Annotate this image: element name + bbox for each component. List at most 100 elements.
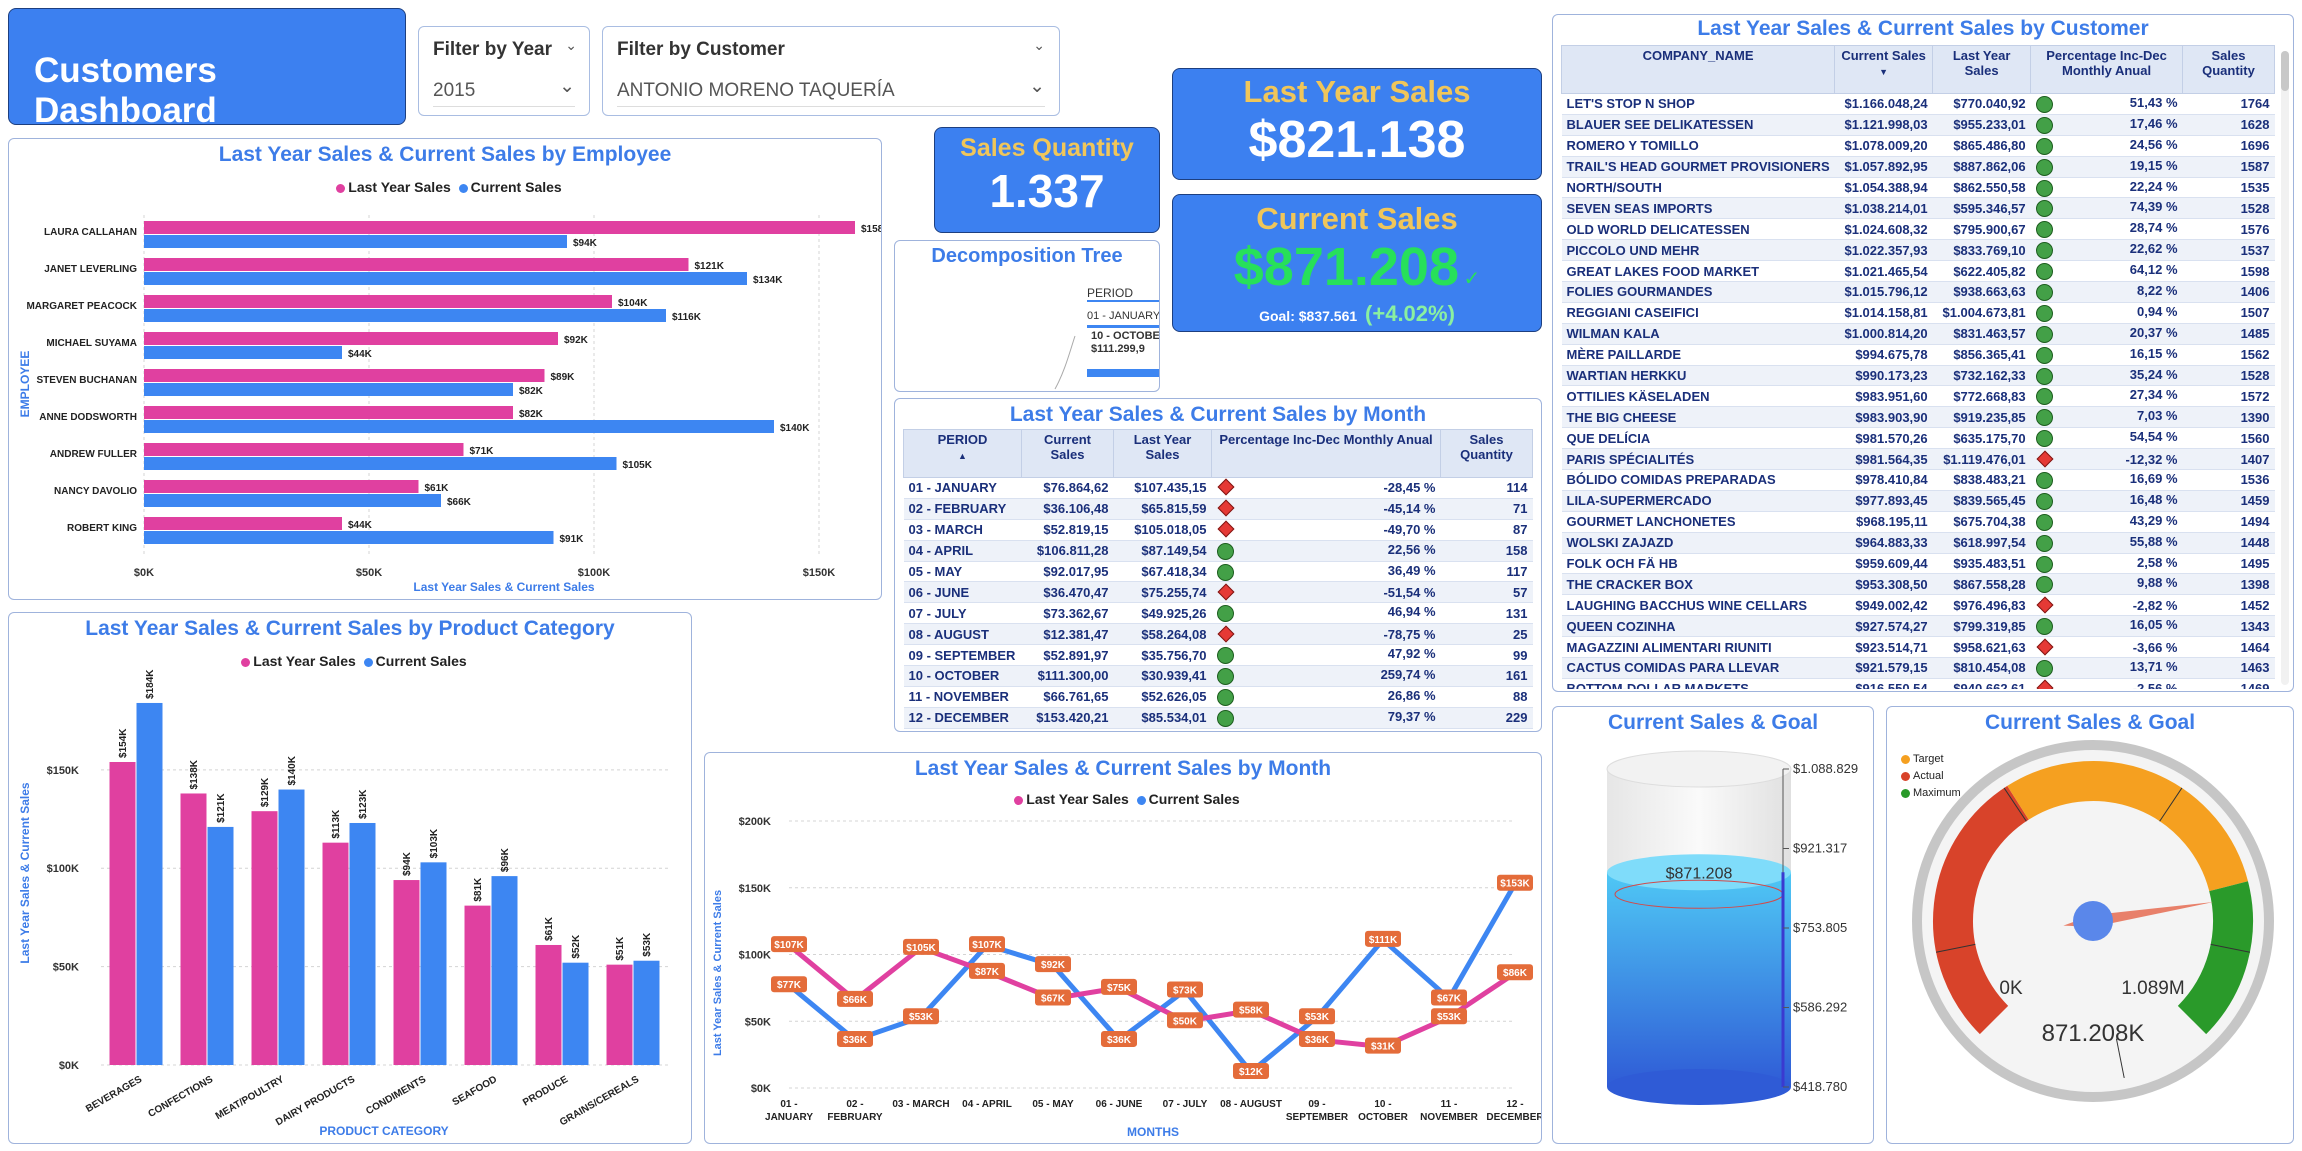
column-header-last-year-sales[interactable]: Last Year Sales — [1113, 429, 1212, 478]
table-row[interactable]: WILMAN KALA $1.000.814,20 $831.463,57 20,37… — [1561, 323, 2275, 345]
chevron-down-icon[interactable]: ⌄ — [1029, 71, 1045, 103]
cell-value: $959.609,44 — [1834, 553, 1933, 575]
table-row[interactable]: 05 - MAY $92.017,95 $67.418,34 36,49 % 117 — [903, 561, 1533, 583]
table-row[interactable]: 08 - AUGUST $12.381,47 $58.264,08 -78,75 % 2… — [903, 623, 1533, 646]
column-header-percentage[interactable]: Percentage Inc-Dec Monthly Anual — [1211, 429, 1441, 478]
table-row[interactable]: NORTH/SOUTH $1.054.388,94 $862.550,58 22,24… — [1561, 177, 2275, 199]
product-bar-last-year — [606, 964, 633, 1065]
table-row[interactable]: LILA-SUPERMERCADO $977.893,45 $839.565,45 1… — [1561, 490, 2275, 512]
table-row[interactable]: FOLIES GOURMANDES $1.015.796,12 $938.663,6… — [1561, 281, 2275, 303]
decrease-indicator-icon — [1217, 520, 1234, 538]
cell-name: FOLK OCH FÄ HB — [1561, 553, 1835, 575]
cell-value: $916.550,54 — [1834, 678, 1933, 689]
table-row[interactable]: 07 - JULY $73.362,67 $49.925,26 46,94 % 131 — [903, 602, 1533, 625]
decomposition-node-october[interactable]: 10 - OCTOBE — [1091, 330, 1160, 342]
table-row[interactable]: REGGIANI CASEIFICI $1.014.158,81 $1.004.67… — [1561, 302, 2275, 324]
cell-name: THE CRACKER BOX — [1561, 573, 1835, 596]
table-row[interactable]: BLAUER SEE DELIKATESSEN $1.121.998,03 $955… — [1561, 114, 2275, 136]
column-header-quantity[interactable]: Sales Quantity — [2182, 45, 2275, 94]
column-header-current-sales[interactable]: Current Sales ▼ — [1834, 45, 1934, 94]
table-row[interactable]: 09 - SEPTEMBER $52.891,97 $35.756,70 47,92 … — [903, 644, 1533, 667]
vertical-scrollbar[interactable] — [2281, 51, 2289, 685]
column-header-percentage[interactable]: Percentage Inc-Dec Monthly Anual — [2030, 45, 2183, 94]
table-row[interactable]: CACTUS COMIDAS PARA LLEVAR $921.579,15 $81… — [1561, 657, 2275, 679]
cell-percentage: -2,56 % — [2030, 678, 2183, 689]
customer-filter-value[interactable]: ANTONIO MORENO TAQUERÍA ⌄ — [617, 75, 1045, 107]
employee-bar-label: $44K — [348, 520, 373, 531]
customer-filter[interactable]: Filter by Customer ⌄ ANTONIO MORENO TAQU… — [602, 26, 1060, 116]
customer-table-title: Last Year Sales & Current Sales by Custo… — [1697, 17, 2149, 40]
table-row[interactable]: 11 - NOVEMBER $66.761,65 $52.626,05 26,86 %… — [903, 686, 1533, 708]
table-row[interactable]: MÈRE PAILLARDE $994.675,78 $856.365,41 16,1… — [1561, 344, 2275, 366]
table-row[interactable]: 04 - APRIL $106.811,28 $87.149,54 22,56 % 15… — [903, 540, 1533, 562]
year-filter-value[interactable]: 2015 ⌄ — [433, 75, 575, 107]
cell-name: GREAT LAKES FOOD MARKET — [1561, 260, 1835, 283]
cell-value: $990.173,23 — [1834, 365, 1933, 387]
product-bar-current — [136, 702, 163, 1065]
decrease-indicator-icon — [1217, 625, 1234, 643]
last-year-sales-label: Last Year Sales — [1243, 74, 1471, 109]
column-header-company[interactable]: COMPANY_NAME — [1561, 45, 1836, 94]
decomposition-tree[interactable]: Decomposition Tree PERIOD 01 - JANUARY 1… — [894, 240, 1160, 392]
year-filter[interactable]: Filter by Year ⌄ 2015 ⌄ — [418, 26, 590, 116]
cell-value: $833.769,10 — [1932, 239, 2031, 262]
table-row[interactable]: 10 - OCTOBER $111.300,00 $30.939,41 259,74 … — [903, 665, 1533, 687]
product-bar-last-year — [464, 905, 491, 1065]
scrollbar-thumb[interactable] — [2281, 51, 2289, 91]
table-row[interactable]: OLD WORLD DELICATESSEN $1.024.608,32 $795.… — [1561, 218, 2275, 241]
customer-table-panel: Last Year Sales & Current Sales by Custo… — [1552, 14, 2294, 692]
cell-percentage: 74,39 % — [2030, 197, 2183, 220]
table-row[interactable]: QUE DELÍCIA $981.570,26 $635.175,70 54,54 %… — [1561, 427, 2275, 450]
employee-bar-label: $121K — [695, 261, 725, 272]
column-header-last-year-sales[interactable]: Last Year Sales — [1932, 45, 2032, 94]
cell-percentage: 46,94 % — [1211, 602, 1441, 625]
cell-name: 04 - APRIL — [903, 540, 1022, 562]
table-row[interactable]: BÓLIDO COMIDAS PREPARADAS $978.410,84 $838… — [1561, 469, 2275, 491]
gauge-hub — [2073, 901, 2113, 941]
table-row[interactable]: WARTIAN HERKKU $990.173,23 $732.162,33 35,2… — [1561, 365, 2275, 387]
column-header-period[interactable]: PERIOD ▲ — [903, 429, 1022, 478]
table-row[interactable]: GOURMET LANCHONETES $968.195,11 $675.704,3… — [1561, 511, 2275, 533]
cell-name: 07 - JULY — [903, 602, 1022, 625]
cell-value: $618.997,54 — [1932, 532, 2031, 554]
table-row[interactable]: LET'S STOP N SHOP $1.166.048,24 $770.040,9… — [1561, 93, 2275, 115]
table-row[interactable]: LAUGHING BACCHUS WINE CELLARS $949.002,42… — [1561, 594, 2275, 617]
table-row[interactable]: ROMERO Y TOMILLO $1.078.009,20 $865.486,80… — [1561, 135, 2275, 157]
table-row[interactable]: WOLSKI ZAJAZD $964.883,33 $618.997,54 55,88… — [1561, 532, 2275, 554]
cell-value: $73.362,67 — [1021, 602, 1114, 625]
cylinder-tick-label: $921.317 — [1793, 841, 1847, 856]
decomposition-node-january[interactable]: 01 - JANUARY — [1087, 310, 1160, 322]
table-row[interactable]: FOLK OCH FÄ HB $959.609,44 $935.483,51 2,58… — [1561, 553, 2275, 575]
column-header-current-sales[interactable]: Current Sales — [1021, 429, 1114, 478]
table-row[interactable]: PICCOLO UND MEHR $1.022.357,93 $833.769,10… — [1561, 239, 2275, 262]
table-row[interactable]: 03 - MARCH $52.819,15 $105.018,05 -49,70 % 8… — [903, 519, 1533, 541]
cell-percentage: 2,58 % — [2030, 553, 2183, 575]
chevron-down-icon[interactable]: ⌄ — [559, 71, 575, 103]
table-row[interactable]: PARIS SPÉCIALITÉS $981.564,35 $1.119.476,0… — [1561, 448, 2275, 471]
table-row[interactable]: TRAIL'S HEAD GOURMET PROVISIONERS $1.057.… — [1561, 156, 2275, 178]
column-header-quantity[interactable]: Sales Quantity — [1440, 429, 1533, 478]
increase-indicator-icon — [2035, 179, 2053, 197]
table-row[interactable]: QUEEN COZINHA $927.574,27 $799.319,85 16,05… — [1561, 615, 2275, 638]
table-row[interactable]: 01 - JANUARY $76.864,62 $107.435,15 -28,45 … — [903, 477, 1533, 499]
table-row[interactable]: THE CRACKER BOX $953.308,50 $867.558,28 9,8… — [1561, 573, 2275, 596]
table-row[interactable]: SEVEN SEAS IMPORTS $1.038.214,01 $595.346,… — [1561, 197, 2275, 220]
chevron-down-icon[interactable]: ⌄ — [565, 37, 577, 54]
cylinder-bottom — [1607, 1069, 1791, 1105]
cell-quantity: 1562 — [2182, 344, 2275, 366]
table-row[interactable]: THE BIG CHEESE $983.903,90 $919.235,85 7,03… — [1561, 406, 2275, 429]
increase-indicator-icon — [2035, 283, 2053, 301]
table-row[interactable]: MAGAZZINI ALIMENTARI RIUNITI $923.514,71 $… — [1561, 636, 2275, 659]
cell-quantity: 99 — [1440, 644, 1533, 667]
table-row[interactable]: 06 - JUNE $36.470,47 $75.255,74 -51,54 % 57 — [903, 581, 1533, 604]
cell-percentage: 22,24 % — [2030, 177, 2183, 199]
table-row[interactable]: 02 - FEBRUARY $36.106,48 $65.815,59 -45,14 … — [903, 498, 1533, 520]
cell-value: $977.893,45 — [1834, 490, 1933, 512]
table-row[interactable]: 12 - DECEMBER $153.420,21 $85.534,01 79,37 … — [903, 707, 1533, 729]
cell-value: $955.233,01 — [1932, 114, 2031, 136]
employee-bar-label: $91K — [560, 534, 585, 545]
chevron-down-icon[interactable]: ⌄ — [1033, 37, 1045, 54]
table-row[interactable]: OTTILIES KÄSELADEN $983.951,60 $772.668,83… — [1561, 385, 2275, 408]
table-row[interactable]: GREAT LAKES FOOD MARKET $1.021.465,54 $622… — [1561, 260, 2275, 283]
table-row[interactable]: BOTTOM-DOLLAR MARKETS $916.550,54 $940.662… — [1561, 678, 2275, 689]
